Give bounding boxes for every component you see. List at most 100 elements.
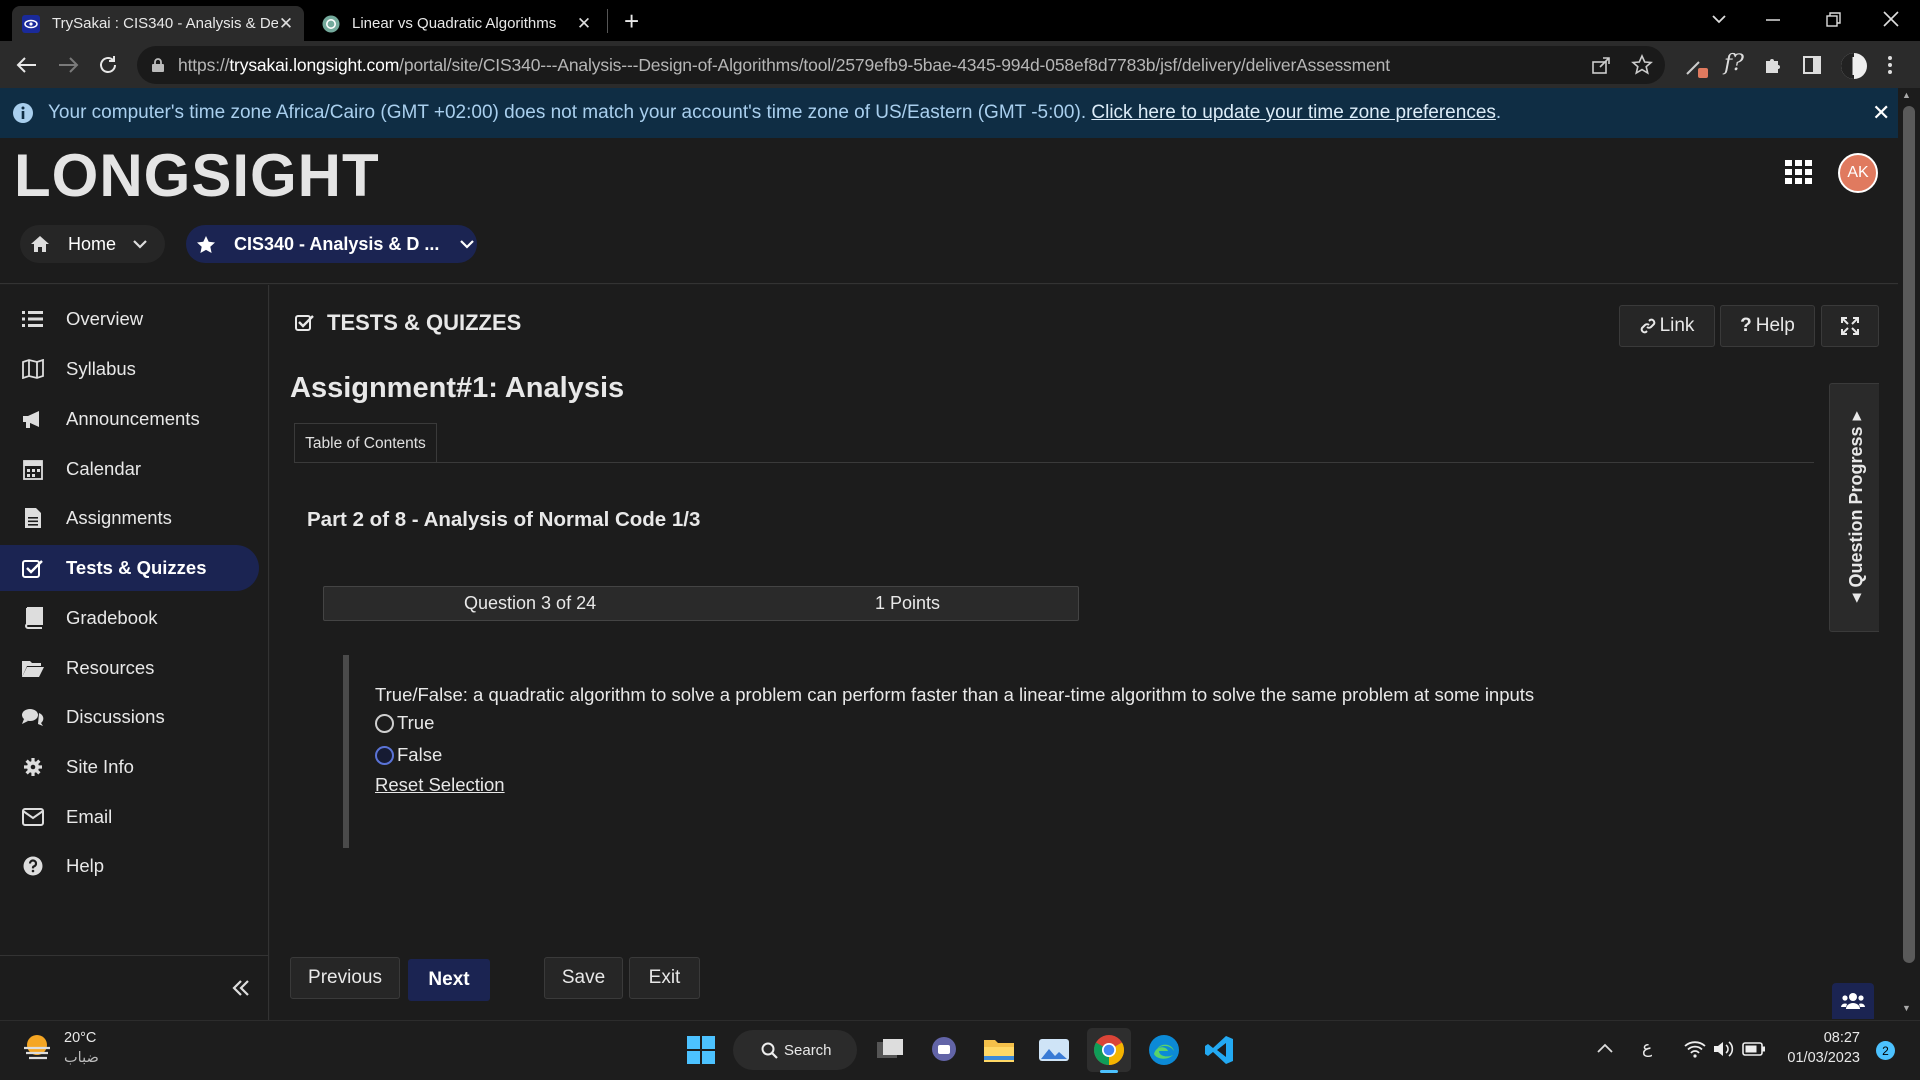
reset-selection-link[interactable]: Reset Selection bbox=[375, 774, 505, 796]
chevron-down-icon bbox=[459, 238, 475, 250]
current-site-dropdown[interactable]: CIS340 - Analysis & D ... bbox=[186, 225, 477, 263]
sidebar-item-announcements[interactable]: Announcements bbox=[0, 396, 259, 442]
battery-icon[interactable] bbox=[1742, 1041, 1766, 1057]
task-view-icon[interactable] bbox=[868, 1028, 912, 1072]
sidebar-item-tests-quizzes[interactable]: Tests & Quizzes bbox=[0, 545, 259, 591]
file-explorer-icon[interactable] bbox=[977, 1028, 1021, 1072]
forward-icon[interactable] bbox=[55, 54, 81, 76]
lock-icon[interactable] bbox=[151, 57, 165, 73]
scroll-down-icon[interactable]: ▼ bbox=[1902, 1003, 1911, 1013]
question-left-border bbox=[343, 655, 349, 848]
radio-true[interactable] bbox=[375, 713, 394, 733]
fullscreen-button[interactable] bbox=[1821, 305, 1879, 347]
apps-grid-icon[interactable] bbox=[1784, 159, 1814, 185]
progress-label-text: Question Progress bbox=[1845, 426, 1866, 588]
tab-close-icon[interactable]: ✕ bbox=[278, 14, 294, 34]
notification-badge[interactable]: 2 bbox=[1876, 1041, 1895, 1060]
chrome-icon[interactable] bbox=[1087, 1028, 1131, 1072]
longsight-logo[interactable]: LONGSIGHT bbox=[14, 146, 380, 206]
timezone-banner: Your computer's time zone Africa/Cairo (… bbox=[0, 88, 1898, 138]
home-dropdown[interactable]: Home bbox=[20, 225, 165, 263]
scroll-up-icon[interactable]: ▲ bbox=[1902, 90, 1911, 100]
star-icon bbox=[196, 235, 216, 254]
sidebar-item-resources[interactable]: Resources bbox=[0, 645, 259, 691]
timezone-preferences-link[interactable]: Click here to update your time zone pref… bbox=[1091, 102, 1496, 123]
save-button[interactable]: Save bbox=[544, 957, 623, 999]
check-square-icon bbox=[20, 558, 46, 578]
sidebar-item-discussions[interactable]: Discussions bbox=[0, 694, 259, 740]
clock-time[interactable]: 08:27 bbox=[1780, 1030, 1860, 1046]
formula-extension-icon[interactable]: f? bbox=[1724, 51, 1744, 76]
tab-search-chevron-icon[interactable] bbox=[1708, 8, 1730, 30]
sidebar-item-assignments[interactable]: Assignments bbox=[0, 495, 259, 541]
sidebar-item-gradebook[interactable]: Gradebook bbox=[0, 595, 259, 641]
profile-icon[interactable] bbox=[1840, 52, 1868, 80]
sidebar-item-label: Site Info bbox=[66, 756, 134, 777]
sidebar-item-label: Tests & Quizzes bbox=[66, 557, 207, 578]
tab-trysakai[interactable]: TrySakai : CIS340 - Analysis & De ✕ bbox=[12, 6, 304, 41]
avatar[interactable]: AK bbox=[1838, 153, 1878, 193]
tab-close-icon[interactable]: ✕ bbox=[576, 14, 592, 34]
browser-menu-icon[interactable] bbox=[1885, 53, 1895, 77]
gradebook-icon bbox=[20, 607, 46, 629]
tray-chevron-up-icon[interactable] bbox=[1596, 1042, 1614, 1054]
banner-close-icon[interactable]: ✕ bbox=[1872, 100, 1890, 126]
collapse-sidebar-icon[interactable] bbox=[231, 978, 251, 998]
restore-icon[interactable] bbox=[1822, 10, 1844, 30]
radio-false[interactable] bbox=[375, 745, 394, 765]
option-true[interactable]: True bbox=[375, 712, 434, 734]
question-progress-toggle[interactable]: ◀ Question Progress ▶ bbox=[1829, 383, 1879, 632]
active-app-indicator bbox=[1100, 1070, 1118, 1073]
help-label: Help bbox=[1755, 315, 1795, 336]
question-points: 1 Points bbox=[875, 593, 941, 613]
minimize-icon[interactable] bbox=[1762, 10, 1784, 30]
link-button[interactable]: Link bbox=[1619, 305, 1715, 347]
extension-pen-icon[interactable] bbox=[1684, 54, 1710, 80]
clock-date[interactable]: 01/03/2023 bbox=[1780, 1050, 1860, 1066]
search-icon bbox=[761, 1042, 778, 1059]
next-button[interactable]: Next bbox=[408, 959, 490, 1001]
sidebar-item-syllabus[interactable]: Syllabus bbox=[0, 346, 259, 392]
window-close-icon[interactable] bbox=[1880, 8, 1902, 30]
bookmark-star-icon[interactable] bbox=[1631, 54, 1653, 76]
exit-button[interactable]: Exit bbox=[629, 957, 700, 999]
tab-linear-vs-quadratic[interactable]: Linear vs Quadratic Algorithms ✕ bbox=[312, 6, 602, 41]
windows-start-icon[interactable] bbox=[679, 1028, 723, 1072]
sidebar-item-email[interactable]: Email bbox=[0, 794, 259, 840]
back-icon[interactable] bbox=[14, 54, 40, 76]
sidebar-item-label: Overview bbox=[66, 308, 144, 329]
sidebar-item-overview[interactable]: Overview bbox=[0, 296, 259, 342]
extensions-puzzle-icon[interactable] bbox=[1762, 54, 1784, 76]
question-progress-label: ◀ Question Progress ▶ bbox=[1841, 407, 1871, 607]
weather-icon[interactable] bbox=[20, 1030, 54, 1064]
sidebar-item-label: Email bbox=[66, 806, 113, 827]
sidebar-item-label: Calendar bbox=[66, 458, 142, 479]
input-language[interactable]: ع bbox=[1642, 1038, 1652, 1058]
teams-chat-icon[interactable] bbox=[922, 1028, 966, 1072]
new-tab-icon[interactable]: + bbox=[624, 6, 639, 37]
reload-icon[interactable] bbox=[96, 53, 120, 77]
users-icon bbox=[1841, 992, 1865, 1010]
list-icon bbox=[20, 310, 46, 328]
photos-app-icon[interactable] bbox=[1032, 1028, 1076, 1072]
share-icon[interactable] bbox=[1590, 54, 1612, 76]
tool-title: TESTS & QUIZZES bbox=[295, 310, 521, 336]
sidebar-item-calendar[interactable]: Calendar bbox=[0, 446, 259, 492]
help-button[interactable]: ? Help bbox=[1720, 305, 1815, 347]
sidebar-divider bbox=[0, 955, 269, 956]
vscode-icon[interactable] bbox=[1197, 1028, 1241, 1072]
wifi-icon[interactable] bbox=[1684, 1040, 1706, 1058]
sidebar-item-help[interactable]: Help bbox=[0, 843, 259, 889]
presence-users-button[interactable] bbox=[1832, 983, 1874, 1019]
scrollbar-thumb[interactable] bbox=[1903, 106, 1915, 963]
option-false[interactable]: False bbox=[375, 744, 442, 766]
triangle-left-icon: ◀ bbox=[1849, 593, 1863, 603]
volume-icon[interactable] bbox=[1712, 1040, 1734, 1058]
edge-icon[interactable] bbox=[1142, 1028, 1186, 1072]
sidebar-item-site-info[interactable]: Site Info bbox=[0, 744, 259, 790]
taskbar-search[interactable]: Search bbox=[733, 1030, 857, 1070]
table-of-contents-tab[interactable]: Table of Contents bbox=[294, 423, 437, 463]
previous-button[interactable]: Previous bbox=[290, 957, 400, 999]
page-scrollbar[interactable]: ▲ ▼ bbox=[1898, 88, 1920, 1020]
side-panel-icon[interactable] bbox=[1802, 55, 1822, 75]
